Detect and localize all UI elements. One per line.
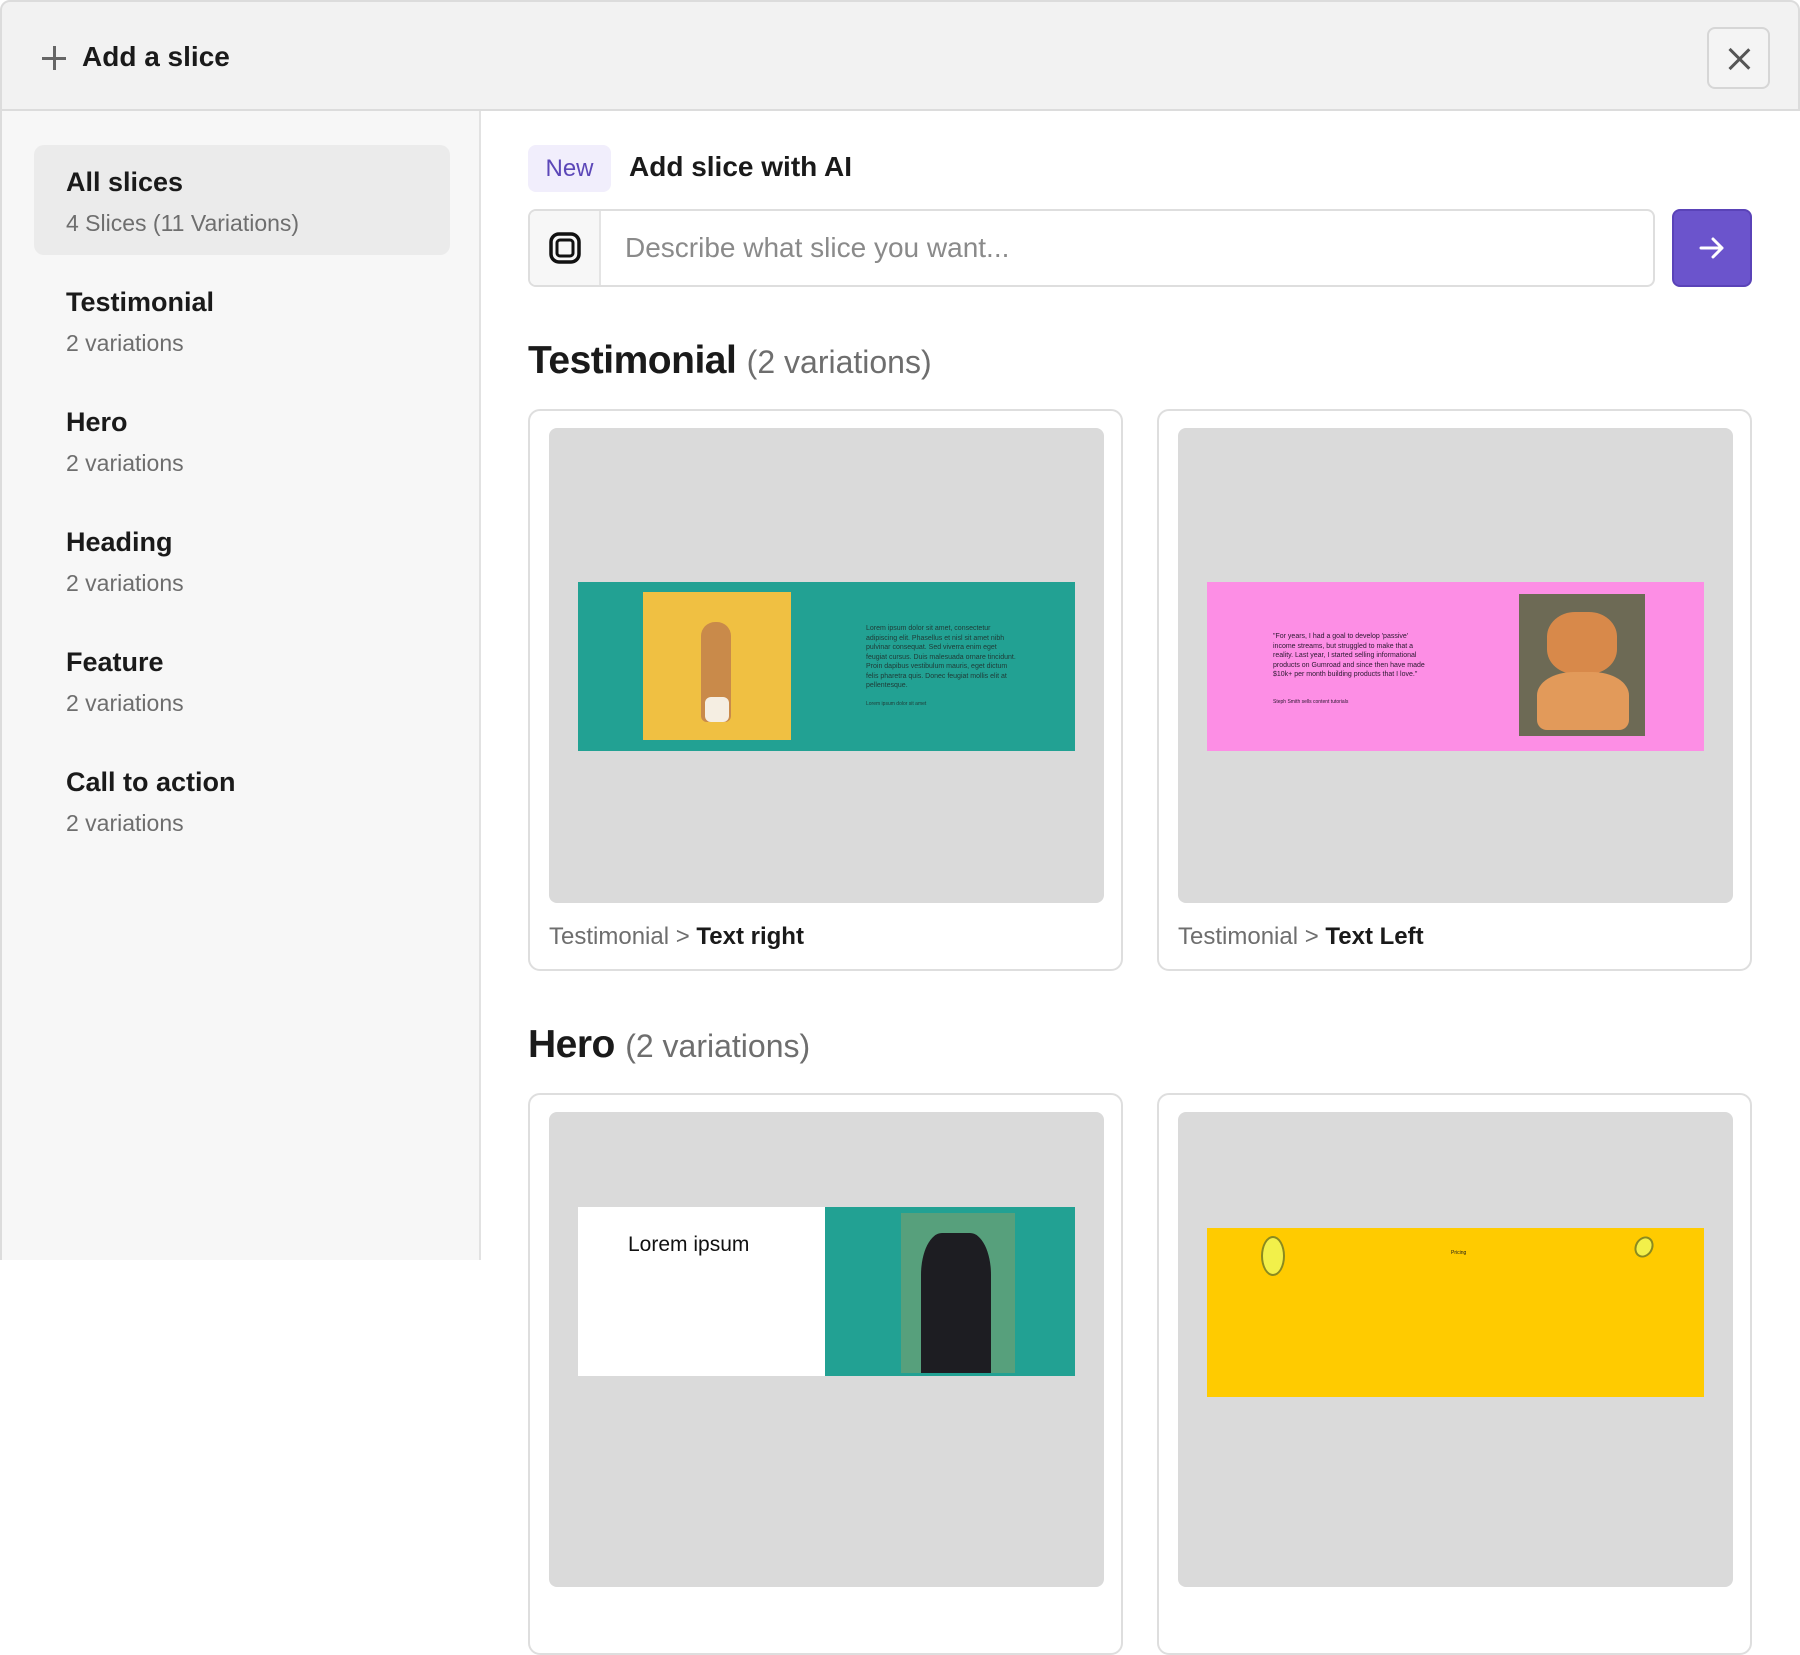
caption-separator: >	[1304, 923, 1319, 950]
slice-preview: Lorem ipsum dolor sit amet, consectetur …	[549, 428, 1104, 903]
item-subtitle: 2 variations	[66, 330, 184, 356]
card-caption: Testimonial > Text Left	[1178, 923, 1424, 951]
caption-slice: Testimonial	[1178, 923, 1299, 950]
preview-heading: Lorem ipsum	[628, 1233, 750, 1256]
caption-slice: Testimonial	[549, 923, 670, 950]
preview-body-text: Lorem ipsum dolor sit amet, consectetur …	[866, 625, 1016, 689]
item-title: Testimonial	[66, 287, 215, 317]
dialog-title: Add a slice	[82, 41, 230, 72]
cat-photo	[1519, 594, 1645, 736]
sidebar-item-all-slices[interactable]: All slices 4 Slices (11 Variations)	[34, 145, 450, 255]
item-title: All slices	[66, 167, 184, 197]
preview-image: Pricing	[1207, 1228, 1704, 1397]
sidebar: All slices 4 Slices (11 Variations) Testi…	[0, 111, 481, 1260]
slice-preview: Lorem ipsum	[549, 1112, 1104, 1587]
item-subtitle: 4 Slices (11 Variations)	[66, 210, 300, 236]
close-button[interactable]	[1707, 27, 1770, 89]
slice-card-hero-2[interactable]: Pricing	[1157, 1093, 1752, 1655]
section-count: (2 variations)	[625, 1028, 811, 1064]
item-subtitle: 2 variations	[66, 450, 184, 476]
coin-icon	[1261, 1236, 1285, 1276]
plus-icon	[42, 46, 66, 70]
sidebar-item-testimonial[interactable]: Testimonial 2 variations	[34, 265, 450, 375]
item-subtitle: 2 variations	[66, 810, 184, 836]
slice-preview: "For years, I had a goal to develop 'pas…	[1178, 428, 1733, 903]
section-heading-hero: Hero (2 variations)	[528, 1023, 810, 1067]
preview-author: Steph Smith sells content tutorials	[1273, 699, 1349, 705]
main-content: New Add slice with AI Testimonial (2 var…	[483, 111, 1800, 1655]
new-badge: New	[528, 145, 611, 192]
section-title: Testimonial	[528, 339, 737, 382]
item-title: Hero	[66, 407, 128, 437]
preview-label: Pricing	[1451, 1250, 1467, 1256]
slice-card-testimonial-text-right[interactable]: Lorem ipsum dolor sit amet, consectetur …	[528, 409, 1123, 971]
ai-logo-icon	[530, 211, 601, 285]
preview-image: Lorem ipsum dolor sit amet, consectetur …	[578, 582, 1075, 751]
sidebar-item-hero[interactable]: Hero 2 variations	[34, 385, 450, 495]
preview-image: Lorem ipsum	[578, 1207, 1075, 1376]
item-subtitle: 2 variations	[66, 570, 184, 596]
section-title: Hero	[528, 1023, 615, 1066]
sidebar-item-call-to-action[interactable]: Call to action 2 variations	[34, 745, 450, 855]
coin-icon	[1630, 1232, 1658, 1262]
cat-photo	[901, 1213, 1015, 1373]
item-title: Call to action	[66, 767, 236, 797]
preview-body-text: "For years, I had a goal to develop 'pas…	[1273, 633, 1425, 678]
caption-separator: >	[675, 923, 690, 950]
preview-image: "For years, I had a goal to develop 'pas…	[1207, 582, 1704, 751]
submit-button[interactable]	[1672, 209, 1752, 287]
slice-card-testimonial-text-left[interactable]: "For years, I had a goal to develop 'pas…	[1157, 409, 1752, 971]
slice-card-hero-1[interactable]: Lorem ipsum	[528, 1093, 1123, 1655]
preview-author: Lorem ipsum dolor sit amet	[866, 701, 927, 707]
sidebar-item-heading[interactable]: Heading 2 variations	[34, 505, 450, 615]
ai-prompt-input[interactable]	[601, 211, 1653, 285]
caption-variation: Text right	[696, 923, 804, 950]
ai-prompt-field[interactable]	[528, 209, 1655, 287]
slice-preview: Pricing	[1178, 1112, 1733, 1587]
dialog-header: Add a slice	[0, 0, 1800, 111]
section-count: (2 variations)	[746, 344, 932, 380]
arrow-right-icon	[1699, 237, 1724, 259]
item-title: Heading	[66, 527, 173, 557]
ai-title: Add slice with AI	[629, 151, 852, 182]
card-caption: Testimonial > Text right	[549, 923, 804, 951]
item-title: Feature	[66, 647, 164, 677]
cat-photo	[643, 592, 791, 740]
section-heading-testimonial: Testimonial (2 variations)	[528, 339, 932, 383]
sidebar-item-feature[interactable]: Feature 2 variations	[34, 625, 450, 735]
item-subtitle: 2 variations	[66, 690, 184, 716]
caption-variation: Text Left	[1325, 923, 1424, 950]
